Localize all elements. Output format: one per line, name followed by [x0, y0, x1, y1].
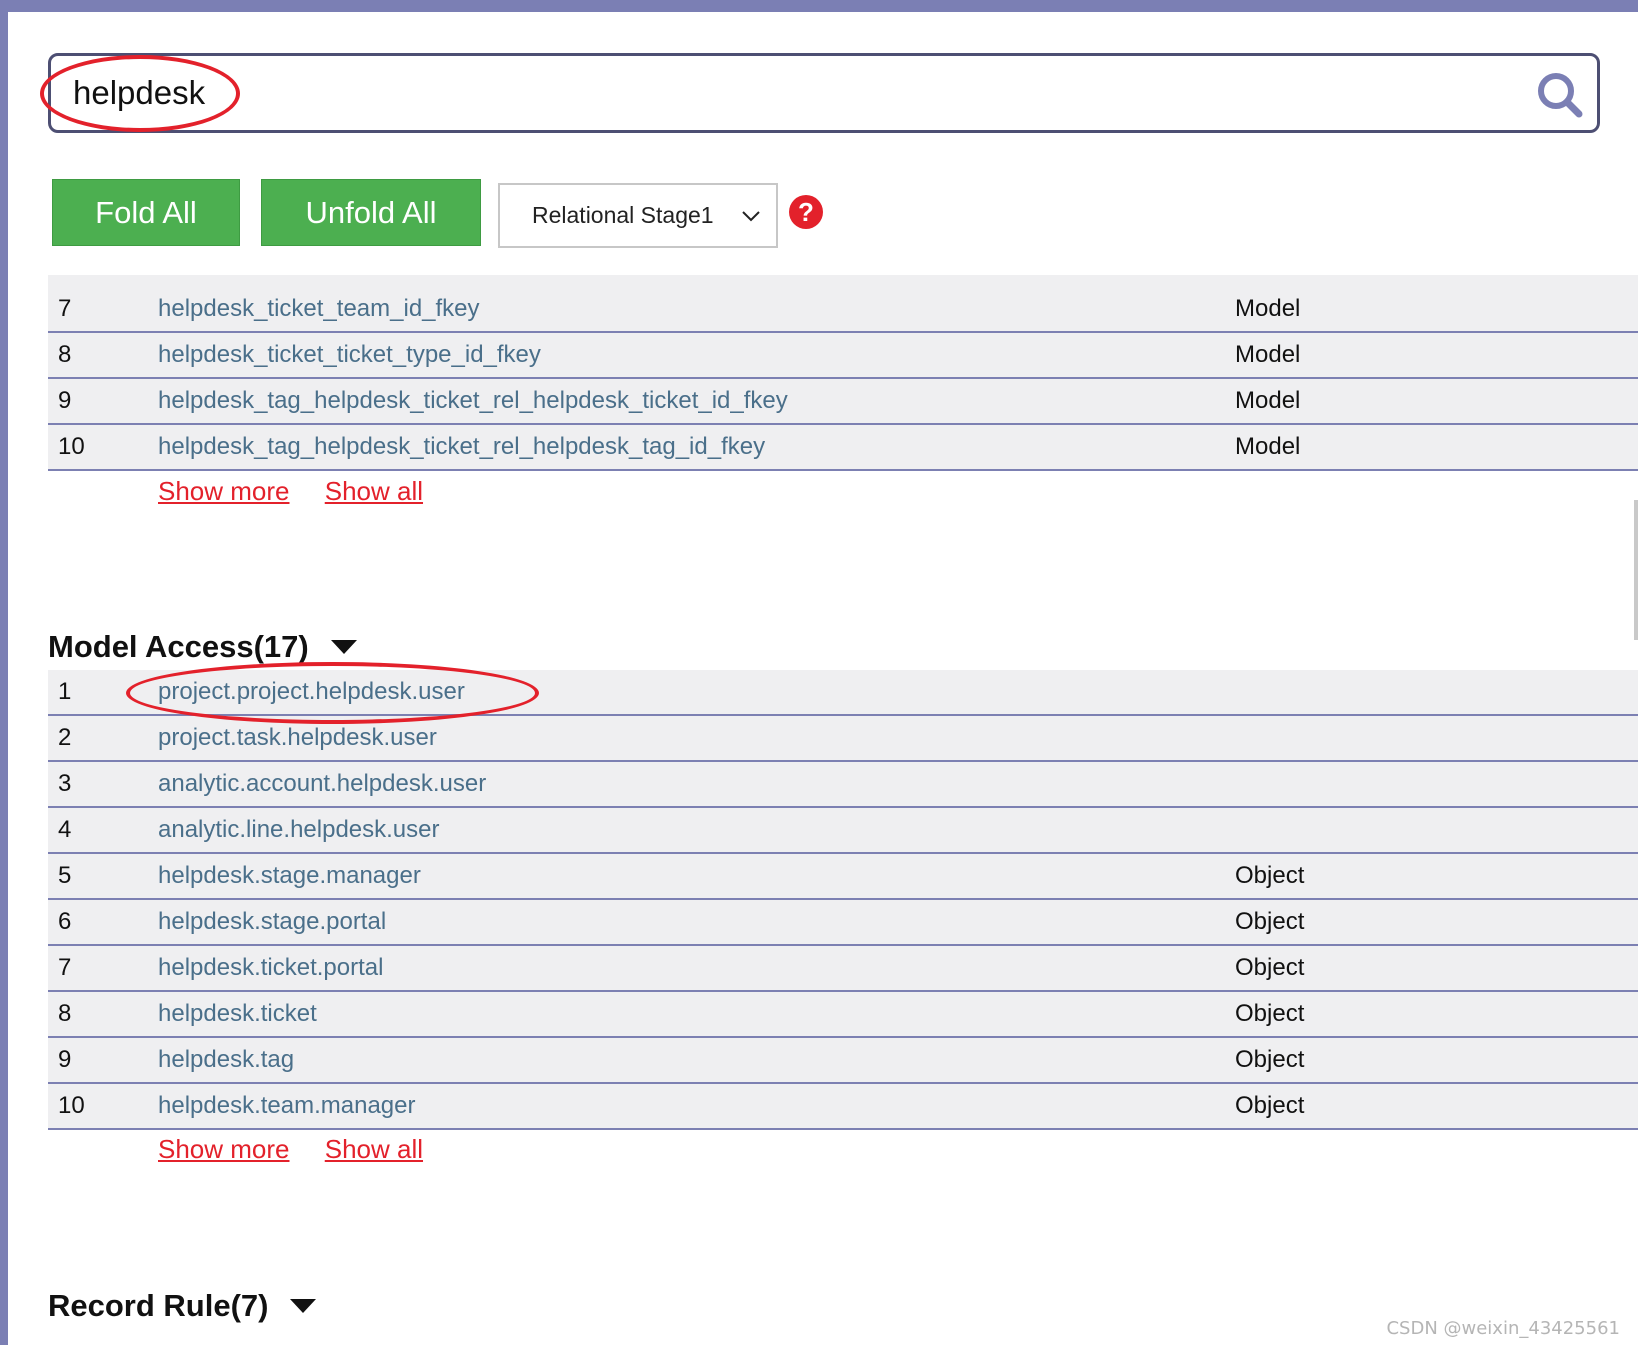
fkey-table: 7 helpdesk_ticket_team_id_fkey Model 8 h… [48, 287, 1638, 471]
show-all-link[interactable]: Show all [325, 476, 423, 506]
row-number: 7 [58, 954, 72, 981]
help-icon[interactable]: ? [788, 194, 824, 230]
row-type: Object [1235, 1046, 1305, 1073]
watermark: CSDN @weixin_43425561 [1386, 1318, 1620, 1339]
row-link[interactable]: analytic.line.helpdesk.user [158, 816, 1235, 844]
row-link[interactable]: helpdesk.tag [158, 1046, 1235, 1074]
table-row[interactable]: 7 helpdesk.ticket.portal Object [48, 946, 1638, 992]
row-number: 9 [58, 1046, 72, 1073]
table-row[interactable]: 8 helpdesk_ticket_ticket_type_id_fkey Mo… [48, 333, 1638, 379]
table-row[interactable]: 9 helpdesk.tag Object [48, 1038, 1638, 1084]
row-number: 8 [58, 341, 72, 368]
row-type: Object [1235, 862, 1305, 889]
row-number: 10 [58, 433, 85, 460]
row-number: 10 [58, 1092, 85, 1119]
row-link[interactable]: helpdesk.team.manager [158, 1092, 1235, 1120]
left-accent-bar [0, 0, 8, 1345]
table-row[interactable]: 3 analytic.account.helpdesk.user [48, 762, 1638, 808]
stage-select[interactable]: Relational Stage1 [498, 183, 778, 248]
row-type: Object [1235, 954, 1305, 981]
table-row[interactable]: 4 analytic.line.helpdesk.user [48, 808, 1638, 854]
row-link[interactable]: helpdesk_tag_helpdesk_ticket_rel_helpdes… [158, 433, 1235, 461]
row-type: Model [1235, 295, 1301, 322]
stage-select-value: Relational Stage1 [532, 202, 714, 228]
row-type: Model [1235, 341, 1301, 368]
table-row[interactable]: 6 helpdesk.stage.portal Object [48, 900, 1638, 946]
section-title: Model Access(17) [48, 629, 309, 664]
row-type: Object [1235, 1092, 1305, 1119]
row-number: 5 [58, 862, 72, 889]
table-row[interactable]: 1 project.project.helpdesk.user [48, 670, 1638, 716]
row-number: 9 [58, 387, 72, 414]
row-number: 8 [58, 1000, 72, 1027]
table-row[interactable]: 10 helpdesk_tag_helpdesk_ticket_rel_help… [48, 425, 1638, 471]
search-input[interactable]: helpdesk [73, 74, 205, 112]
scrollbar[interactable] [1634, 500, 1638, 640]
fkey-pagination: Show more Show all [158, 476, 451, 507]
table-row[interactable]: 2 project.task.helpdesk.user [48, 716, 1638, 762]
table-row[interactable]: 8 helpdesk.ticket Object [48, 992, 1638, 1038]
caret-down-icon[interactable] [330, 640, 357, 654]
show-all-link[interactable]: Show all [325, 1134, 423, 1164]
show-more-link[interactable]: Show more [158, 1134, 290, 1164]
model-access-pagination: Show more Show all [158, 1134, 451, 1165]
search-icon[interactable] [1535, 70, 1585, 120]
table-row[interactable]: 5 helpdesk.stage.manager Object [48, 854, 1638, 900]
svg-text:?: ? [798, 197, 814, 227]
row-number: 2 [58, 724, 72, 751]
row-link[interactable]: helpdesk_ticket_team_id_fkey [158, 295, 1235, 323]
row-link[interactable]: helpdesk.ticket.portal [158, 954, 1235, 982]
search-box[interactable]: helpdesk [48, 53, 1600, 133]
model-access-header[interactable]: Model Access(17) [48, 629, 357, 665]
table-row[interactable]: 9 helpdesk_tag_helpdesk_ticket_rel_helpd… [48, 379, 1638, 425]
row-link[interactable]: helpdesk.stage.portal [158, 908, 1235, 936]
model-access-table: 1 project.project.helpdesk.user 2 projec… [48, 670, 1638, 1130]
section-title: Record Rule(7) [48, 1288, 269, 1323]
show-more-link[interactable]: Show more [158, 476, 290, 506]
row-type: Object [1235, 1000, 1305, 1027]
record-rule-header[interactable]: Record Rule(7) [48, 1288, 317, 1324]
row-link[interactable]: helpdesk_tag_helpdesk_ticket_rel_helpdes… [158, 387, 1235, 415]
row-type: Model [1235, 387, 1301, 414]
row-number: 1 [58, 678, 72, 705]
row-link[interactable]: helpdesk_ticket_ticket_type_id_fkey [158, 341, 1235, 369]
row-number: 4 [58, 816, 72, 843]
row-number: 6 [58, 908, 72, 935]
row-link[interactable]: helpdesk.stage.manager [158, 862, 1235, 890]
row-link[interactable]: analytic.account.helpdesk.user [158, 770, 1235, 798]
row-number: 7 [58, 295, 72, 322]
top-accent-bar [0, 0, 1638, 12]
row-number: 3 [58, 770, 72, 797]
row-link[interactable]: helpdesk.ticket [158, 1000, 1235, 1028]
fold-all-button[interactable]: Fold All [52, 179, 240, 246]
row-link[interactable]: project.project.helpdesk.user [158, 678, 1235, 706]
chevron-down-icon [742, 211, 760, 222]
table-row[interactable]: 7 helpdesk_ticket_team_id_fkey Model [48, 287, 1638, 333]
row-type: Model [1235, 433, 1301, 460]
table-row[interactable]: 10 helpdesk.team.manager Object [48, 1084, 1638, 1130]
row-type: Object [1235, 908, 1305, 935]
unfold-all-button[interactable]: Unfold All [261, 179, 481, 246]
row-link[interactable]: project.task.helpdesk.user [158, 724, 1235, 752]
caret-down-icon[interactable] [290, 1299, 317, 1313]
